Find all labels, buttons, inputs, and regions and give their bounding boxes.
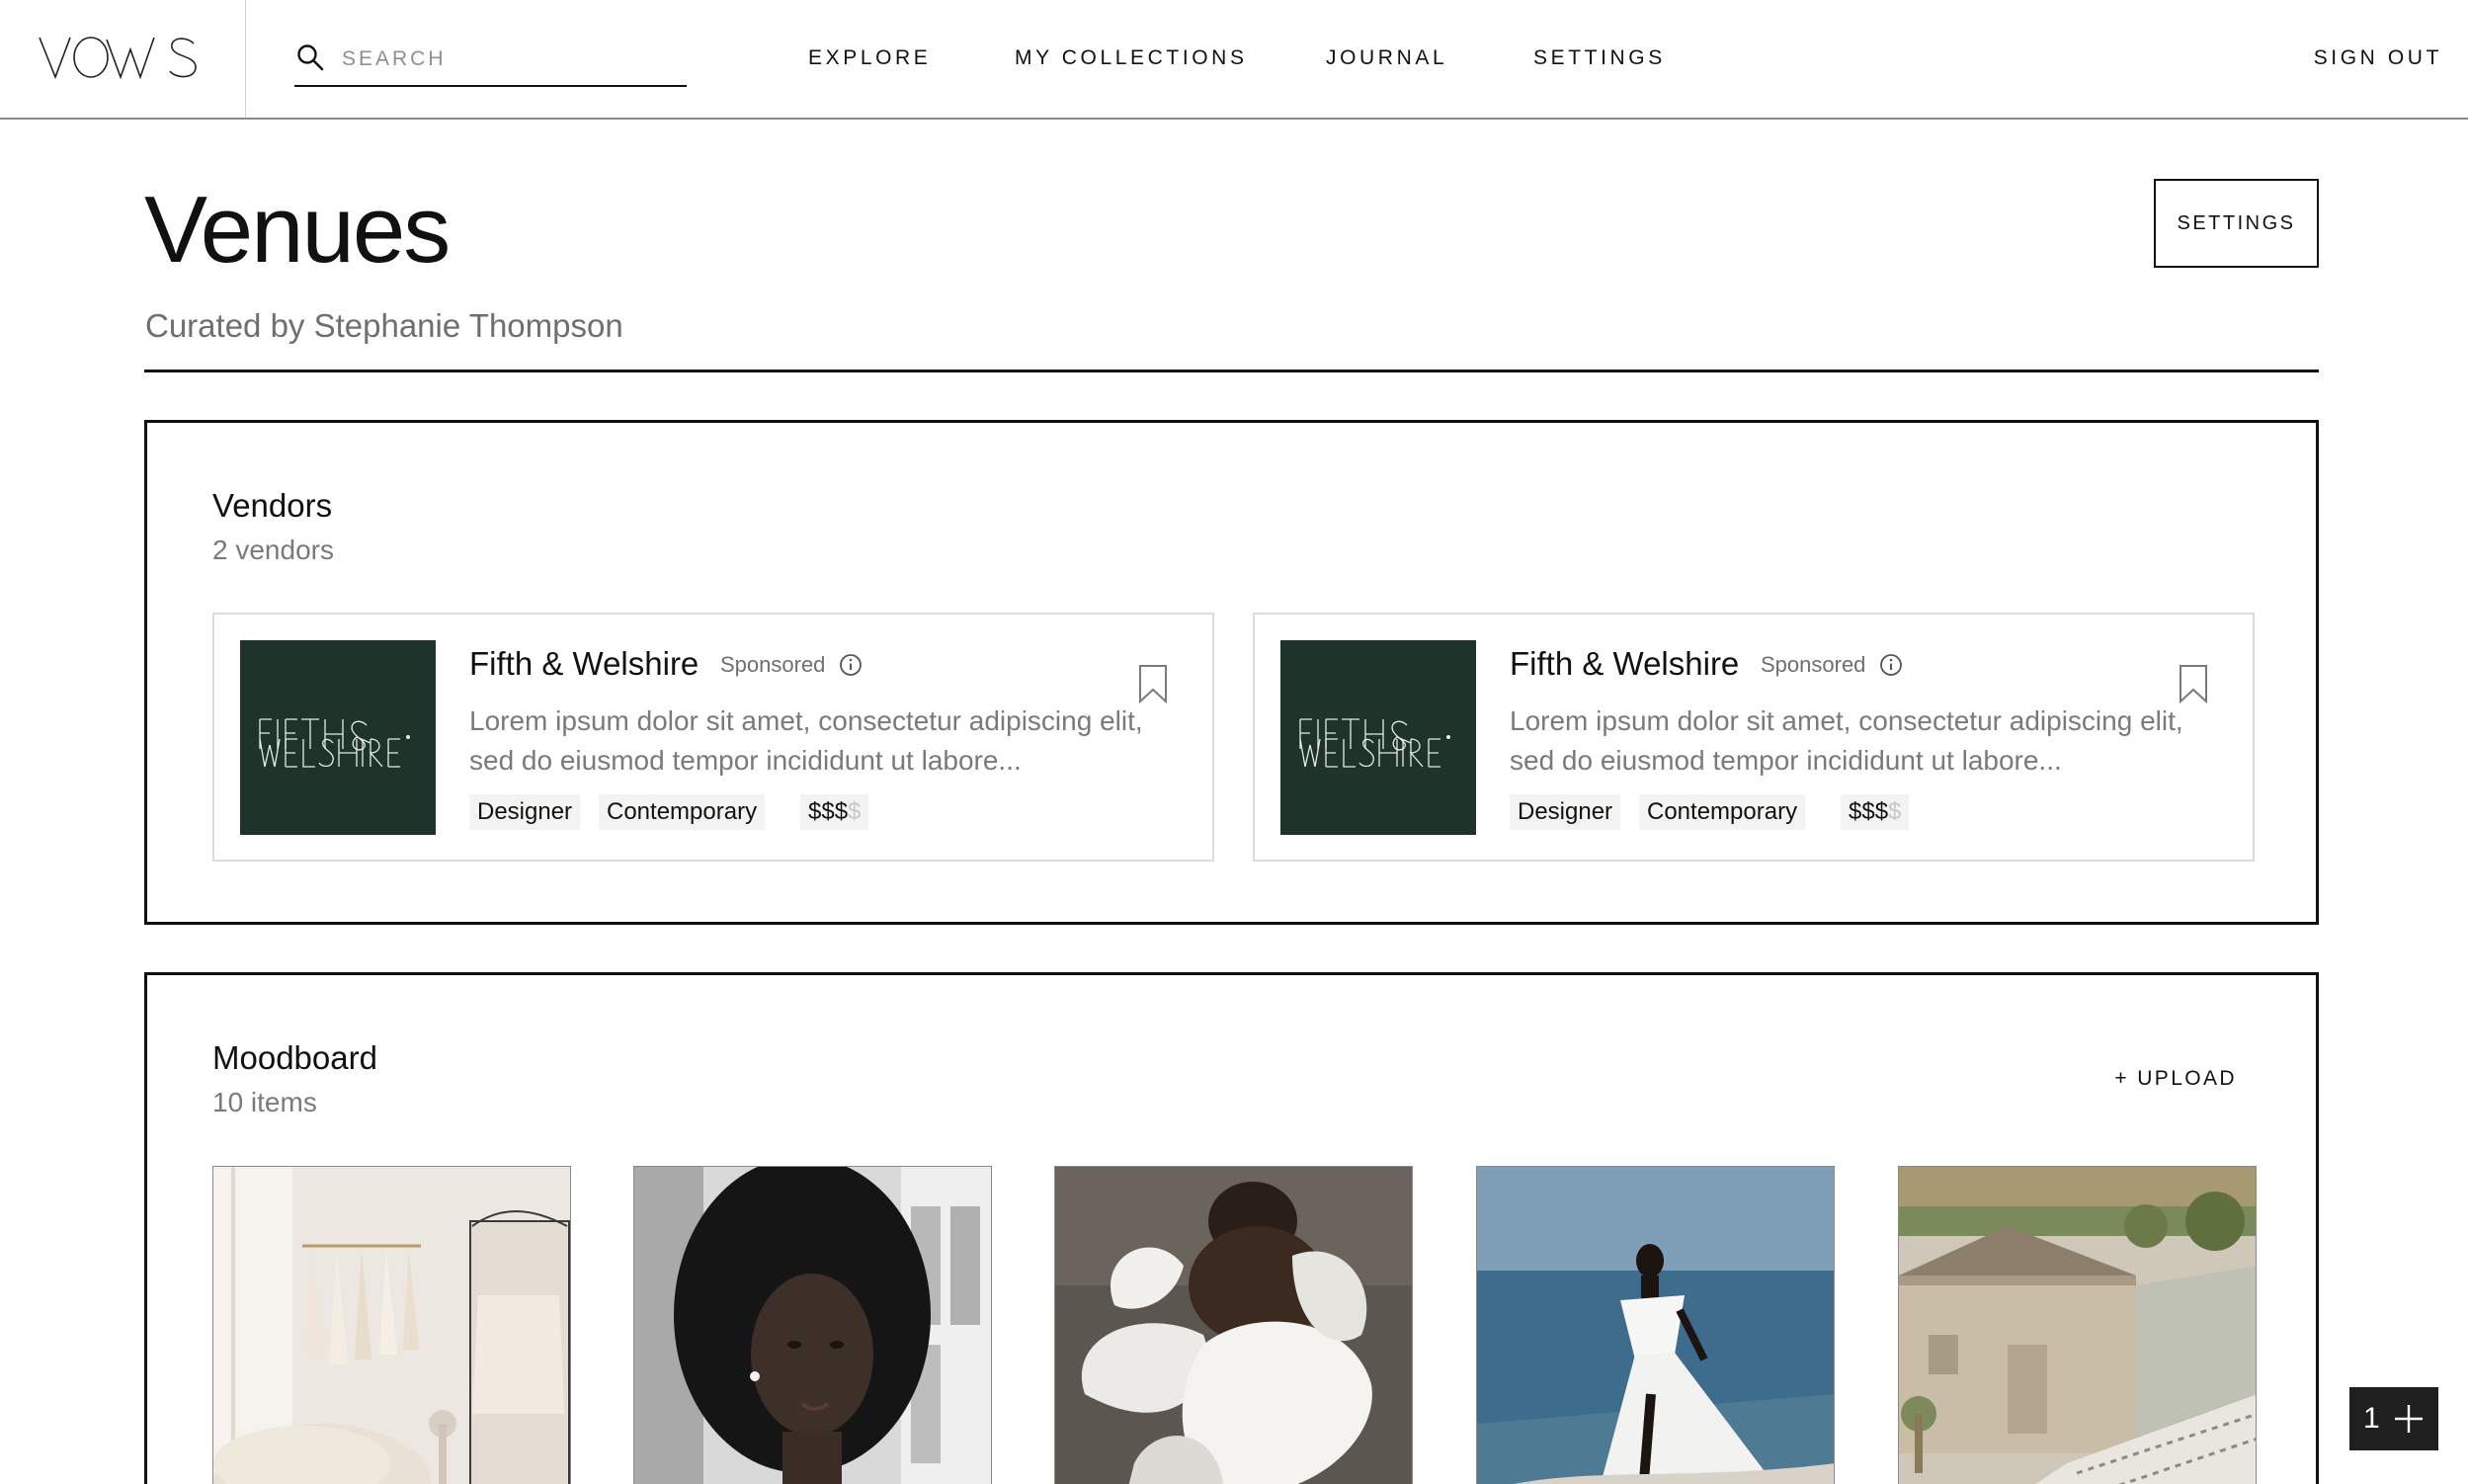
price-active: $$$ — [1849, 798, 1889, 825]
vendor-card[interactable]: Fifth & Welshire Sponsored Lorem ipsum d… — [1253, 613, 2255, 862]
price-inactive: $ — [848, 798, 862, 825]
vendor-name[interactable]: Fifth & Welshire — [469, 644, 699, 684]
price-tag: $$$$ — [1841, 794, 1910, 830]
vendors-count: 2 vendors — [212, 535, 334, 565]
add-to-collection-widget[interactable]: 1 — [2349, 1387, 2438, 1450]
fifth-welshire-logo-icon — [1299, 718, 1450, 768]
info-icon[interactable] — [1879, 653, 1903, 677]
nav-journal[interactable]: JOURNAL — [1326, 45, 1447, 71]
widget-count: 1 — [2363, 1402, 2380, 1435]
price-inactive: $ — [1888, 798, 1902, 825]
moodboard-image[interactable] — [1476, 1166, 1835, 1484]
vendor-logo — [1280, 640, 1476, 835]
sign-out-link[interactable]: SIGN OUT — [2314, 45, 2442, 71]
info-icon[interactable] — [839, 653, 863, 677]
moodboard-image[interactable] — [1898, 1166, 2257, 1484]
plus-icon — [2395, 1405, 2423, 1433]
page-subtitle: Curated by Stephanie Thompson — [145, 307, 623, 344]
nav-settings[interactable]: SETTINGS — [1533, 45, 1666, 71]
bookmark-icon[interactable] — [1138, 664, 1168, 703]
logo[interactable] — [0, 0, 246, 118]
sponsored-label: Sponsored — [1761, 652, 1866, 677]
collection-settings-button[interactable]: SETTINGS — [2154, 179, 2319, 268]
vendor-description: Lorem ipsum dolor sit amet, consectetur … — [469, 705, 1143, 776]
top-bar: EXPLORE MY COLLECTIONS JOURNAL SETTINGS … — [0, 0, 2468, 120]
search-field[interactable] — [294, 40, 687, 87]
vendors-title: Vendors — [212, 487, 333, 524]
vendor-description: Lorem ipsum dolor sit amet, consectetur … — [1510, 705, 2183, 776]
fifth-welshire-logo-icon — [259, 718, 410, 768]
price-active: $$$ — [808, 798, 849, 825]
bookmark-icon[interactable] — [2179, 664, 2208, 703]
tag: Contemporary — [1639, 794, 1806, 830]
tag: Designer — [1510, 794, 1621, 830]
vendor-card[interactable]: Fifth & Welshire Sponsored Lorem ipsum d… — [212, 613, 1214, 862]
moodboard-count: 10 items — [212, 1087, 317, 1117]
header-divider — [144, 370, 2319, 372]
moodboard-section: Moodboard 10 items + UPLOAD — [144, 972, 2319, 1484]
search-icon — [297, 44, 324, 71]
vows-logo-icon — [39, 37, 197, 80]
page-title: Venues — [144, 177, 451, 283]
tag: Designer — [469, 794, 581, 830]
search-input[interactable] — [342, 43, 678, 75]
moodboard-image[interactable] — [212, 1166, 571, 1484]
vendor-name[interactable]: Fifth & Welshire — [1510, 644, 1739, 684]
vendors-section: Vendors 2 vendors Fifth & Welshire Spons… — [144, 420, 2319, 925]
moodboard-image[interactable] — [633, 1166, 992, 1484]
nav-explore[interactable]: EXPLORE — [808, 45, 931, 71]
tag: Contemporary — [599, 794, 766, 830]
vendor-logo — [240, 640, 436, 835]
moodboard-title: Moodboard — [212, 1039, 377, 1076]
moodboard-image[interactable] — [1054, 1166, 1413, 1484]
upload-button[interactable]: + UPLOAD — [2114, 1066, 2237, 1092]
price-tag: $$$$ — [800, 794, 869, 830]
sponsored-label: Sponsored — [720, 652, 826, 677]
nav-my-collections[interactable]: MY COLLECTIONS — [1015, 45, 1248, 71]
